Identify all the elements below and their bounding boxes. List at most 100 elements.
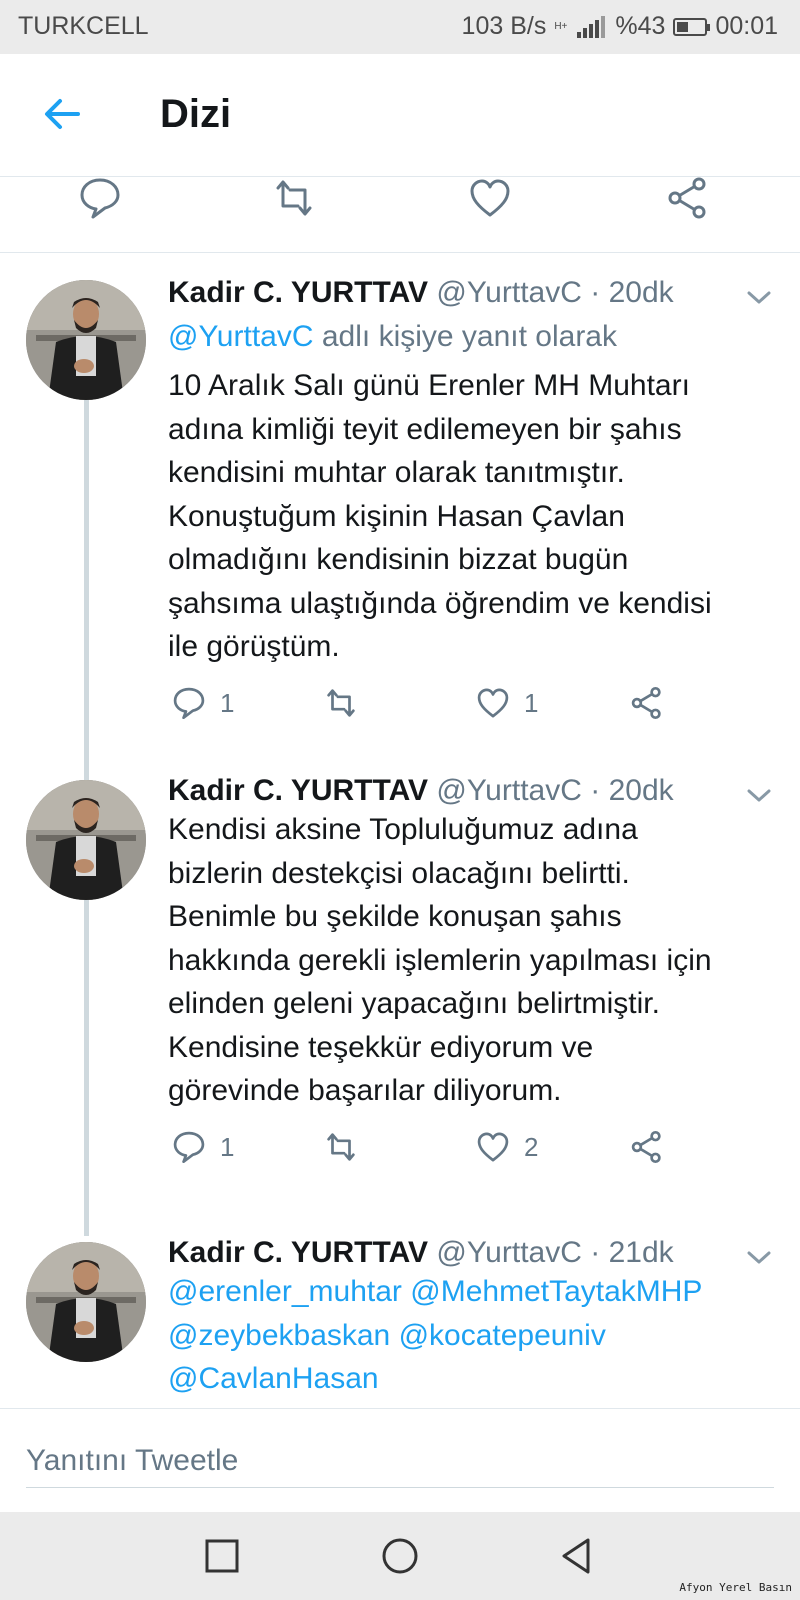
mention-link[interactable]: @kocatepeuniv bbox=[399, 1319, 606, 1352]
network-speed: 103 B/s bbox=[461, 12, 547, 40]
retweet-button[interactable] bbox=[324, 686, 358, 720]
tweet-header: Kadir C. YURTTAV @YurttavC · 20dk bbox=[168, 276, 674, 310]
like-icon[interactable] bbox=[468, 176, 512, 220]
recent-apps-icon[interactable] bbox=[202, 1536, 242, 1576]
tweet-actions: 1 2 bbox=[168, 1130, 728, 1170]
reply-icon[interactable] bbox=[78, 176, 122, 220]
tweet-text: Kendisi aksine Topluluğumuz adına bizler… bbox=[168, 808, 788, 1113]
mention-line: @CavlanHasan bbox=[168, 1357, 788, 1401]
separator: · bbox=[590, 774, 601, 807]
mention-line: @erenler_muhtar @MehmetTaytakMHP bbox=[168, 1270, 788, 1314]
tweet-text-line: kendisini muhtar olarak tanıtmıştır. bbox=[168, 456, 625, 489]
network-type: H+ bbox=[554, 20, 568, 32]
retweet-icon[interactable] bbox=[272, 176, 316, 220]
tweet[interactable]: Kadir C. YURTTAV @YurttavC · 20dk @Yurtt… bbox=[0, 276, 800, 746]
author-handle[interactable]: @YurttavC bbox=[436, 774, 582, 807]
like-icon bbox=[477, 1132, 509, 1162]
signal-icon bbox=[577, 15, 606, 38]
tweet-text-line: Benimle bu şekilde konuşan şahıs bbox=[168, 900, 622, 933]
app-header: Dizi bbox=[0, 54, 800, 177]
status-right: 103 B/s H+ %43 00:01 bbox=[462, 12, 778, 41]
like-button[interactable]: 2 bbox=[476, 1130, 538, 1164]
tweet-text-line: olmadığını kendisinin bizzat bugün bbox=[168, 543, 629, 576]
retweet-icon bbox=[327, 1133, 355, 1161]
back-triangle-icon[interactable] bbox=[556, 1536, 596, 1576]
status-bar: TURKCELL 103 B/s H+ %43 00:01 bbox=[0, 0, 800, 54]
tweet-text-line: hakkında gerekli işlemlerin yapılması iç… bbox=[168, 943, 712, 977]
separator: · bbox=[590, 276, 601, 309]
reply-button[interactable]: 1 bbox=[172, 1130, 234, 1164]
mention-link[interactable]: @MehmetTaytakMHP bbox=[410, 1275, 702, 1308]
reply-to-handle[interactable]: @YurttavC bbox=[168, 320, 314, 353]
reply-to-text: adlı kişiye yanıt olarak bbox=[321, 320, 617, 353]
mention-link[interactable]: @zeybekbaskan bbox=[168, 1319, 390, 1352]
like-count: 1 bbox=[524, 687, 539, 718]
mention-line: @zeybekbaskan @kocatepeuniv bbox=[168, 1314, 788, 1358]
chevron-down-icon[interactable] bbox=[746, 788, 772, 804]
tweet-text-line: ile görüştüm. bbox=[168, 630, 340, 663]
retweet-icon bbox=[327, 689, 355, 717]
share-icon bbox=[631, 686, 661, 720]
tweet-header: Kadir C. YURTTAV @YurttavC · 21dk bbox=[168, 1236, 674, 1270]
author-name[interactable]: Kadir C. YURTTAV bbox=[168, 774, 428, 807]
reply-composer bbox=[0, 1408, 800, 1513]
avatar-image bbox=[26, 1242, 146, 1362]
avatar-image bbox=[26, 280, 146, 400]
reply-context: @YurttavC adlı kişiye yanıt olarak bbox=[168, 320, 617, 354]
tweet-header: Kadir C. YURTTAV @YurttavC · 20dk bbox=[168, 774, 674, 808]
share-button[interactable] bbox=[630, 686, 664, 720]
tweet-text-line: Kendisine teşekkür ediyorum ve bbox=[168, 1030, 594, 1064]
tweet-text: 10 Aralık Salı günü Erenler MH Muhtarı a… bbox=[168, 364, 788, 669]
share-icon[interactable] bbox=[666, 176, 710, 220]
reply-input[interactable] bbox=[26, 1435, 774, 1488]
avatar[interactable] bbox=[26, 1242, 146, 1362]
home-icon[interactable] bbox=[380, 1536, 420, 1576]
watermark: Afyon Yerel Basın bbox=[679, 1581, 792, 1594]
tweet-text-line: Konuştuğum kişinin Hasan Çavlan bbox=[168, 499, 625, 533]
reply-icon bbox=[173, 1131, 205, 1164]
mention-link[interactable]: @erenler_muhtar bbox=[168, 1275, 402, 1308]
share-icon bbox=[631, 1130, 661, 1164]
retweet-button[interactable] bbox=[324, 1130, 358, 1164]
chevron-down-icon[interactable] bbox=[746, 1250, 772, 1266]
system-nav-bar: Afyon Yerel Basın bbox=[0, 1512, 800, 1600]
author-handle[interactable]: @YurttavC bbox=[436, 1236, 582, 1269]
battery-icon bbox=[673, 17, 711, 36]
reply-count: 1 bbox=[220, 687, 235, 718]
avatar[interactable] bbox=[26, 780, 146, 900]
reply-button[interactable]: 1 bbox=[172, 686, 234, 720]
page-title: Dizi bbox=[160, 92, 232, 136]
timestamp: 20dk bbox=[608, 276, 674, 309]
tweet-text-line: adına kimliği teyit edilemeyen bir şahıs bbox=[168, 412, 682, 446]
previous-tweet-actions bbox=[0, 176, 800, 253]
share-button[interactable] bbox=[630, 1130, 664, 1164]
reply-count: 1 bbox=[220, 1131, 235, 1162]
battery-fill bbox=[677, 21, 689, 32]
chevron-down-icon[interactable] bbox=[746, 290, 772, 306]
tweet-actions: 1 1 bbox=[168, 686, 728, 726]
reply-icon bbox=[173, 687, 205, 720]
arrow-left-icon[interactable] bbox=[40, 92, 84, 136]
author-name[interactable]: Kadir C. YURTTAV bbox=[168, 276, 428, 309]
author-name[interactable]: Kadir C. YURTTAV bbox=[168, 1236, 428, 1269]
tweet[interactable]: Kadir C. YURTTAV @YurttavC · 21dk @erenl… bbox=[0, 1236, 800, 1406]
like-count: 2 bbox=[524, 1131, 539, 1162]
tweet-text-line: elinden geleni yapacağını belirtmiştir. bbox=[168, 987, 660, 1020]
tweet-text-line: Kendisi aksine Topluluğumuz adına bbox=[168, 813, 638, 846]
mention-link[interactable]: @CavlanHasan bbox=[168, 1362, 379, 1395]
timestamp: 21dk bbox=[608, 1236, 674, 1269]
avatar-image bbox=[26, 780, 146, 900]
tweet-text-line: görevinde başarılar diliyorum. bbox=[168, 1074, 562, 1107]
avatar[interactable] bbox=[26, 280, 146, 400]
timestamp: 20dk bbox=[608, 774, 674, 807]
tweet-text-line: şahsıma ulaştığında öğrendim ve kendisi bbox=[168, 586, 712, 620]
clock: 00:01 bbox=[715, 12, 778, 40]
carrier-name: TURKCELL bbox=[18, 12, 149, 40]
like-icon bbox=[477, 688, 509, 718]
tweet[interactable]: Kadir C. YURTTAV @YurttavC · 20dk Kendis… bbox=[0, 774, 800, 1194]
author-handle[interactable]: @YurttavC bbox=[436, 276, 582, 309]
tweet-text-line: 10 Aralık Salı günü Erenler MH Muhtarı bbox=[168, 369, 690, 402]
like-button[interactable]: 1 bbox=[476, 686, 538, 720]
separator: · bbox=[590, 1236, 601, 1269]
tweet-text-line: bizlerin destekçisi olacağını belirtti. bbox=[168, 856, 630, 890]
